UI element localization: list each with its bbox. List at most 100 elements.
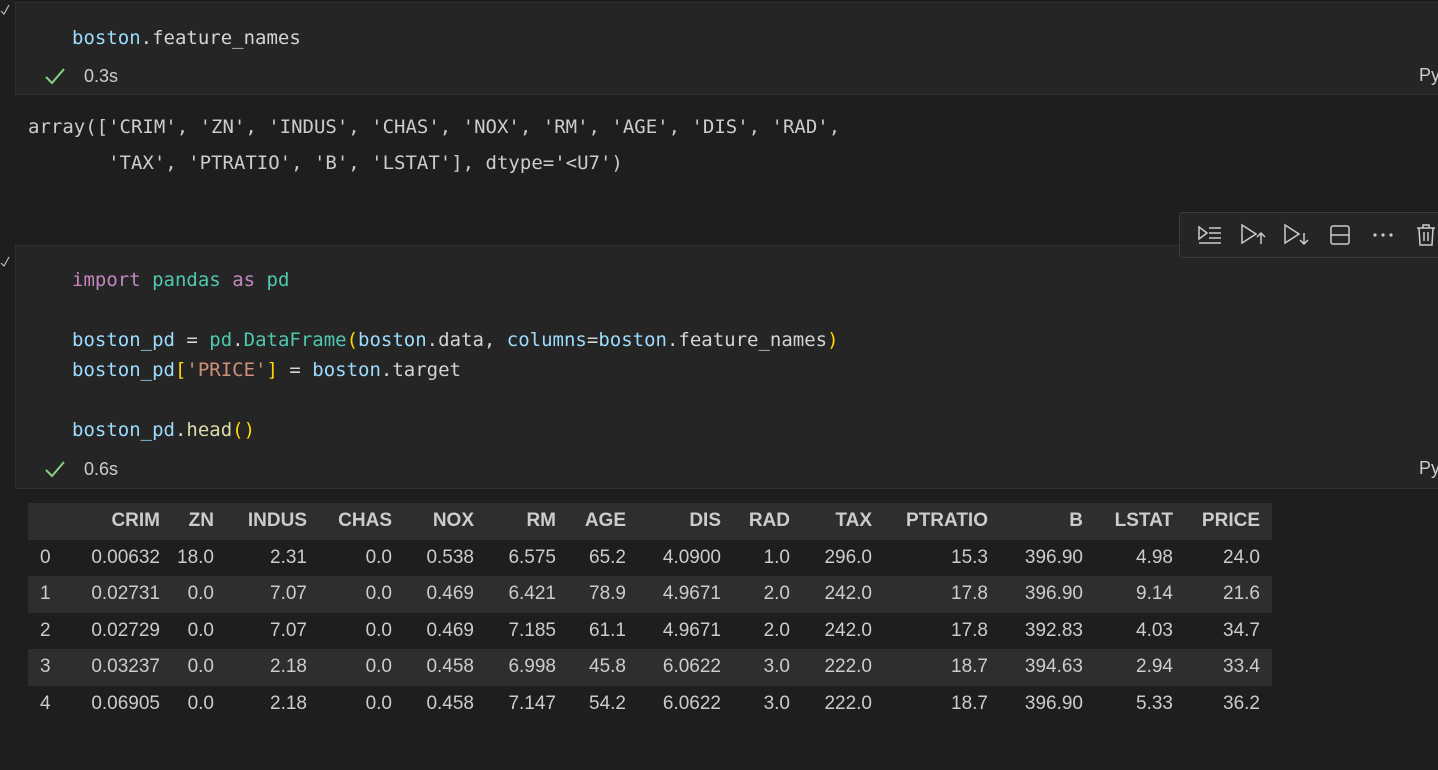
table-cell: 396.90 (1024, 692, 1083, 714)
execute-below-icon (1284, 223, 1309, 246)
column-header: PRICE (1185, 503, 1272, 540)
output-text-line: 'TAX', 'PTRATIO', 'B', 'LSTAT'], dtype='… (28, 152, 623, 174)
table-cell: 0.458 (426, 656, 474, 678)
table-cell: 296.0 (824, 546, 872, 568)
code-token: pd (209, 329, 233, 351)
table-row: 2 0.02729 0.0 7.07 0.0 0.469 7.185 61.1 4.9671 2.… (28, 612, 1272, 649)
row-index: 4 (40, 692, 51, 714)
table-cell: 4.03 (1136, 619, 1173, 641)
cell-executed-gutter-icon (0, 4, 10, 15)
code-token: = (277, 359, 313, 381)
table-cell: 18.7 (951, 692, 988, 714)
table-cell: 0.0 (187, 619, 214, 641)
row-index: 3 (40, 656, 51, 678)
code-token: ) (827, 329, 839, 351)
table-cell: 392.83 (1024, 619, 1083, 641)
table-cell: 0.0 (365, 583, 392, 605)
table-cell: 9.14 (1136, 583, 1173, 605)
table-cell: 2.18 (270, 692, 307, 714)
table-cell: 21.6 (1223, 583, 1260, 605)
column-header: B (1000, 503, 1095, 540)
table-cell: 6.998 (508, 656, 556, 678)
code-cell-2[interactable]: import pandas as pd boston_pd = pd. DataF… (15, 245, 1438, 489)
column-header: INDUS (226, 503, 319, 540)
code-token: = (586, 329, 599, 351)
code-line[interactable]: boston.feature_names (72, 23, 301, 53)
code-token: boston (358, 329, 427, 351)
row-index: 2 (40, 619, 51, 641)
code-token: ] (266, 359, 278, 381)
table-cell: 222.0 (824, 656, 872, 678)
table-cell: 61.1 (589, 619, 626, 641)
cell-language-label[interactable]: Python (1419, 458, 1438, 479)
split-cell-button[interactable] (1318, 212, 1361, 258)
table-cell: 2.0 (763, 583, 790, 605)
delete-icon (1417, 224, 1436, 246)
code-line[interactable]: boston_pd = pd.DataFrame(boston.data, co… (72, 325, 839, 355)
delete-cell-button[interactable] (1405, 212, 1438, 258)
column-header: RAD (733, 503, 802, 540)
code-token: = (174, 329, 210, 351)
code-token: ( (346, 329, 359, 351)
code-token: as (232, 269, 256, 291)
table-cell: 4.9671 (662, 583, 721, 605)
table-cell: 0.469 (426, 583, 474, 605)
code-token: () (232, 419, 256, 441)
more-actions-button[interactable] (1361, 212, 1404, 258)
table-cell: 6.421 (508, 583, 556, 605)
table-cell: 0.0 (187, 692, 214, 714)
code-token: boston_pd (72, 329, 175, 351)
column-header: NOX (404, 503, 486, 540)
code-token: DataFrame (243, 329, 347, 351)
code-token: boston (598, 329, 667, 351)
table-row: 3 0.03237 0.0 2.18 0.0 0.458 6.998 45.8 6.0622 3.… (28, 649, 1272, 686)
code-line[interactable]: import pandas as pd (72, 265, 289, 295)
table-cell: 4.98 (1136, 546, 1173, 568)
table-cell: 0.0 (187, 583, 214, 605)
execution-status: 0.6s (44, 457, 118, 481)
column-header: ZN (172, 503, 226, 540)
code-token: boston (312, 359, 381, 381)
table-cell: 396.90 (1024, 583, 1083, 605)
column-header: CRIM (82, 503, 172, 540)
table-cell: 4.0900 (662, 546, 721, 568)
run-by-line-icon (1197, 225, 1221, 244)
table-cell: 0.0 (365, 619, 392, 641)
code-token: boston (72, 27, 141, 49)
table-cell: 0.0 (365, 656, 392, 678)
dataframe-table: CRIM ZN INDUS CHAS NOX RM AGE DIS RAD TA… (28, 503, 1272, 722)
table-cell: 1.0 (763, 546, 790, 568)
run-by-line-button[interactable] (1188, 212, 1231, 258)
cell-executed-gutter-icon (0, 256, 10, 267)
column-header: CHAS (319, 503, 404, 540)
code-line[interactable]: boston_pd['PRICE'] = boston.target (72, 355, 461, 385)
code-token: . (666, 329, 679, 351)
table-cell: 2.18 (270, 656, 307, 678)
code-line[interactable]: boston_pd.head() (72, 415, 255, 445)
table-cell: 6.0622 (662, 692, 721, 714)
code-token: feature_names (152, 27, 301, 49)
code-token: boston_pd (72, 359, 175, 381)
code-token: [ (174, 359, 187, 381)
code-token: columns (506, 329, 587, 351)
table-cell: 7.185 (508, 619, 556, 641)
table-cell: 2.94 (1136, 656, 1173, 678)
code-cell-1[interactable]: boston.feature_names 0.3s Python (15, 2, 1438, 95)
table-row: 0 0.00632 18.0 2.31 0.0 0.538 6.575 65.2 4.0900 1… (28, 539, 1272, 576)
execution-time: 0.3s (84, 65, 119, 86)
execute-below-button[interactable] (1275, 212, 1318, 258)
table-cell: 3.0 (763, 656, 790, 678)
code-token: head (186, 419, 233, 441)
execute-above-button[interactable] (1231, 212, 1274, 258)
code-token: target (392, 359, 461, 381)
table-cell: 18.7 (951, 656, 988, 678)
column-header: TAX (802, 503, 884, 540)
code-token: . (426, 329, 439, 351)
table-cell: 15.3 (951, 546, 988, 568)
table-cell: 396.90 (1024, 546, 1083, 568)
table-cell: 0.0 (187, 656, 214, 678)
table-row: 4 0.06905 0.0 2.18 0.0 0.458 7.147 54.2 6.0622 3.… (28, 685, 1272, 722)
table-cell: 7.07 (270, 619, 307, 641)
cell-language-label[interactable]: Python (1419, 65, 1438, 86)
success-check-icon (45, 68, 65, 85)
